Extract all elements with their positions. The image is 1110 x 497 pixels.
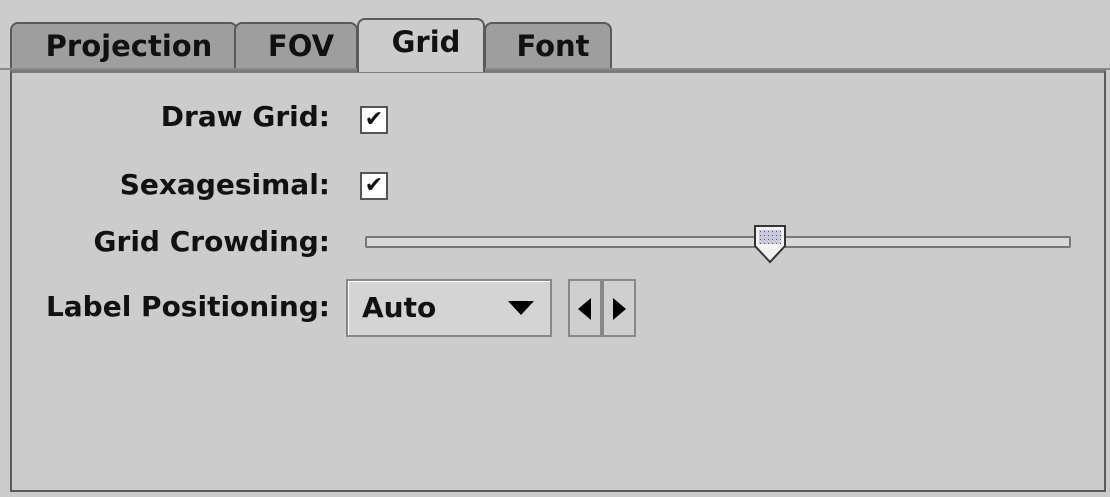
label-positioning-select[interactable]: Auto [346,279,552,337]
label-positioning-value: Auto [362,291,437,324]
draw-grid-label: Draw Grid: [160,100,330,133]
checkmark-icon: ✔ [364,107,384,132]
tab-bar: Projection FOV Grid Font [0,0,1110,72]
tab-fov-label: FOV [267,29,335,63]
grid-settings-panel [10,70,1106,492]
grid-crowding-label: Grid Crowding: [93,225,330,258]
checkmark-icon: ✔ [364,173,384,198]
tab-projection-label: Projection [45,29,213,63]
sexagesimal-checkbox[interactable]: ✔ [360,172,388,200]
tab-projection[interactable]: Projection [10,22,238,68]
tab-font-label: Font [516,29,590,63]
arrow-right-icon [613,298,626,320]
tab-grid-label: Grid [391,25,461,59]
tab-font[interactable]: Font [484,22,612,68]
grid-crowding-slider-thumb[interactable] [751,222,791,266]
tab-grid[interactable]: Grid [357,18,485,72]
grid-crowding-slider-track[interactable] [365,236,1071,248]
draw-grid-checkbox[interactable]: ✔ [360,106,388,134]
next-option-button[interactable] [602,279,636,337]
sexagesimal-label: Sexagesimal: [119,168,330,201]
tab-fov[interactable]: FOV [234,22,358,68]
chevron-down-icon [508,301,534,315]
previous-option-button[interactable] [568,279,602,337]
arrow-left-icon [578,298,591,320]
label-positioning-label: Label Positioning: [45,290,330,323]
